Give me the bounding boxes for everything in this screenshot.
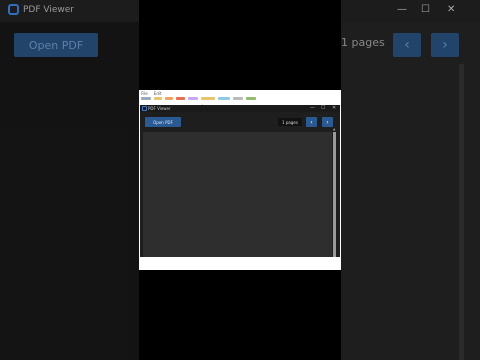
window-title: PDF Viewer — [148, 106, 171, 111]
background-open-pdf-button-main: Open PDF — [14, 33, 98, 57]
pdf-canvas[interactable] — [143, 132, 332, 257]
background-title-text: PDF Viewer — [23, 4, 74, 15]
desktop-window: File Edit PDF Viewer — ☐ ✕ Open PDF 1 pa… — [139, 90, 341, 270]
background-maximize-icon: ☐ — [421, 4, 430, 15]
screen-recording: File Edit PDF Viewer — ☐ ✕ Open PDF 1 pa… — [139, 0, 341, 360]
background-title: PDF Viewer — [8, 4, 74, 15]
bookmarks-bar — [141, 96, 339, 101]
background-scrollbar — [459, 64, 464, 360]
scroll-up-icon[interactable]: ▲ — [333, 127, 335, 131]
background-minimize-icon: — — [397, 4, 407, 15]
scrollbar[interactable] — [333, 132, 336, 257]
page-count-label: 1 pages — [278, 118, 302, 126]
titlebar: PDF Viewer — ☐ ✕ — [140, 105, 340, 112]
background-close-icon: ✕ — [447, 4, 456, 15]
next-page-button[interactable]: › — [322, 117, 333, 127]
bookmark-item[interactable] — [246, 97, 256, 100]
minimize-icon[interactable]: — — [310, 105, 315, 111]
bookmark-item[interactable] — [201, 97, 215, 100]
bookmark-item[interactable] — [165, 97, 173, 100]
background-page-count: 1 pages — [341, 36, 385, 49]
close-icon[interactable]: ✕ — [332, 105, 336, 111]
taskbar-area — [139, 258, 341, 270]
app-logo-icon — [142, 106, 147, 111]
open-pdf-button[interactable]: Open PDF — [145, 117, 181, 127]
app-logo-icon — [8, 4, 19, 15]
bookmark-item[interactable] — [218, 97, 230, 100]
background-prev-icon: ‹ — [393, 33, 421, 57]
maximize-icon[interactable]: ☐ — [321, 105, 325, 111]
prev-page-button[interactable]: ‹ — [306, 117, 317, 127]
bookmark-item[interactable] — [188, 97, 198, 100]
bookmark-item[interactable] — [233, 97, 243, 100]
bookmark-item[interactable] — [154, 97, 162, 100]
bookmark-item[interactable] — [176, 97, 185, 100]
pdf-viewer-window: PDF Viewer — ☐ ✕ Open PDF 1 pages ‹ › ▲ — [140, 105, 340, 257]
background-next-icon: › — [431, 33, 459, 57]
bookmark-item[interactable] — [141, 97, 151, 100]
background-dim-overlay — [0, 22, 139, 360]
